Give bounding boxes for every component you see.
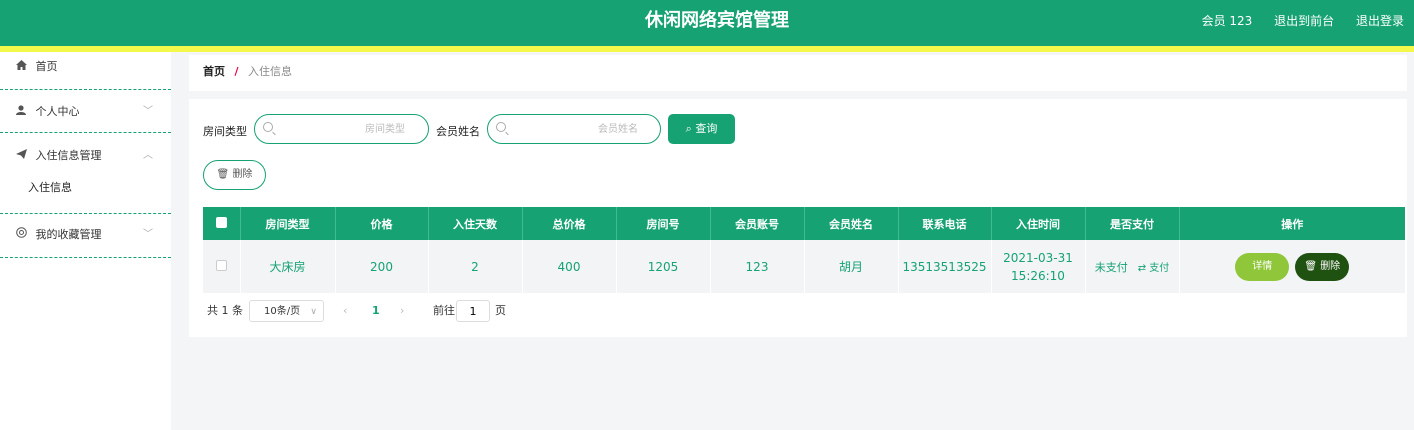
batch-delete-button[interactable]: 🗑 删除 <box>203 160 266 190</box>
pay-link[interactable]: ⇄ 支付 <box>1138 263 1170 274</box>
page-number[interactable]: 1 <box>372 300 380 322</box>
top-header: 休闲网络宾馆管理 会员 123 退出到前台 退出登录 <box>0 0 1414 46</box>
row-delete-label: 删除 <box>1320 260 1341 272</box>
breadcrumb-home[interactable]: 首页 <box>203 65 225 78</box>
column-header: 价格 <box>335 207 429 240</box>
collect-icon <box>14 214 28 256</box>
column-header: 房间类型 <box>240 207 336 240</box>
detail-button-label: 详情 <box>1252 260 1273 272</box>
member-account-cell: 123 <box>710 240 805 293</box>
header-accent-stripe <box>0 46 1414 52</box>
column-header: 总价格 <box>522 207 617 240</box>
total-count: 共 1 条 <box>207 304 243 317</box>
main-panel: 房间类型 会员姓名 ⌕ 查询 🗑 删除 房间类型 价格 入住天数 总价格 房间号… <box>189 99 1407 337</box>
table-header-row: 房间类型 价格 入住天数 总价格 房间号 会员账号 会员姓名 联系电话 入住时间… <box>203 207 1405 240</box>
column-header: 是否支付 <box>1085 207 1180 240</box>
sidebar: 首页 个人中心 ﹀ 入住信息管理 ︿ 入住信息 我的收藏管理 ﹀ <box>0 52 171 430</box>
trash-icon: 🗑 <box>1304 260 1321 272</box>
member-name-cell: 胡月 <box>804 240 899 293</box>
room-type-label: 房间类型 <box>203 125 247 138</box>
room-type-input[interactable] <box>279 119 405 139</box>
row-checkbox[interactable] <box>215 259 227 271</box>
select-all-checkbox[interactable] <box>215 216 227 228</box>
member-name-search-box[interactable] <box>487 114 661 144</box>
breadcrumb-separator: / <box>234 65 239 78</box>
checkin-time-cell: 2021-03-31 15:26:10 <box>991 240 1086 293</box>
sidebar-item-checkin-management[interactable]: 入住信息管理 ︿ <box>0 133 171 171</box>
column-header: 联系电话 <box>898 207 992 240</box>
batch-delete-label: 删除 <box>232 169 253 180</box>
table-row: 大床房 200 2 400 1205 123 胡月 13513513525 20… <box>203 240 1405 293</box>
select-all-header <box>203 207 241 240</box>
column-header: 入住时间 <box>991 207 1086 240</box>
sidebar-item-favorites-management[interactable]: 我的收藏管理 ﹀ <box>0 214 171 258</box>
member-name-input[interactable] <box>512 119 638 139</box>
actions-cell: 详情 🗑 删除 <box>1179 240 1405 293</box>
page-size-value: 10条/页 <box>264 306 301 317</box>
column-header: 入住天数 <box>428 207 523 240</box>
column-header: 房间号 <box>616 207 711 240</box>
current-user-label: 会员 123 <box>1201 14 1253 28</box>
chevron-up-icon: ︿ <box>143 150 153 161</box>
days-cell: 2 <box>428 240 523 293</box>
pay-link-label: 支付 <box>1149 262 1170 274</box>
breadcrumb-current: 入住信息 <box>248 65 293 78</box>
payment-status-cell: 未支付 ⇄ 支付 <box>1085 240 1180 293</box>
sidebar-item-personal-center[interactable]: 个人中心 ﹀ <box>0 90 171 133</box>
prev-page-button[interactable]: ‹ <box>343 300 347 322</box>
sidebar-item-label: 入住信息管理 <box>35 149 102 162</box>
home-icon <box>14 52 28 82</box>
column-header: 会员姓名 <box>804 207 899 240</box>
query-button-label: 查询 <box>695 122 718 135</box>
next-page-button[interactable]: › <box>400 300 404 322</box>
detail-button[interactable]: 详情 <box>1235 252 1290 281</box>
member-name-label: 会员姓名 <box>436 125 480 138</box>
sidebar-item-label: 首页 <box>35 60 58 73</box>
logout-link[interactable]: 退出登录 <box>1356 14 1404 28</box>
send-icon <box>14 133 28 179</box>
goto-label: 前往 <box>433 304 455 317</box>
page-size-select[interactable]: 10条/页 ∨ <box>249 300 324 322</box>
sidebar-item-label: 我的收藏管理 <box>35 228 102 241</box>
phone-cell: 13513513525 <box>898 240 992 293</box>
search-icon <box>496 122 506 132</box>
chevron-down-icon: ∨ <box>310 307 317 317</box>
back-to-front-link[interactable]: 退出到前台 <box>1274 14 1334 28</box>
payment-status-text: 未支付 <box>1094 260 1128 274</box>
user-icon <box>14 90 28 134</box>
page-unit-label: 页 <box>495 304 506 317</box>
room-number-cell: 1205 <box>616 240 711 293</box>
chevron-down-icon: ﹀ <box>143 229 153 240</box>
header-actions: 会员 123 退出到前台 退出登录 <box>1184 0 1404 42</box>
column-header: 会员账号 <box>710 207 805 240</box>
sidebar-item-label: 个人中心 <box>35 105 80 118</box>
search-icon: ⌕ <box>685 122 696 135</box>
row-delete-button[interactable]: 🗑 删除 <box>1295 252 1350 281</box>
room-type-search-box[interactable] <box>254 114 429 144</box>
price-cell: 200 <box>335 240 429 293</box>
sidebar-item-home[interactable]: 首页 <box>0 52 171 90</box>
trash-icon: 🗑 <box>216 169 230 180</box>
search-icon <box>263 122 273 132</box>
row-select-cell <box>203 240 241 293</box>
goto-page-input[interactable] <box>456 300 490 322</box>
total-price-cell: 400 <box>522 240 617 293</box>
chevron-down-icon: ﹀ <box>143 106 153 117</box>
checkin-table: 房间类型 价格 入住天数 总价格 房间号 会员账号 会员姓名 联系电话 入住时间… <box>203 207 1405 293</box>
pay-icon: ⇄ <box>1137 262 1150 274</box>
column-header: 操作 <box>1179 207 1405 240</box>
room-type-cell: 大床房 <box>240 240 336 293</box>
query-button[interactable]: ⌕ 查询 <box>668 114 735 144</box>
breadcrumb: 首页 / 入住信息 <box>189 55 1407 91</box>
